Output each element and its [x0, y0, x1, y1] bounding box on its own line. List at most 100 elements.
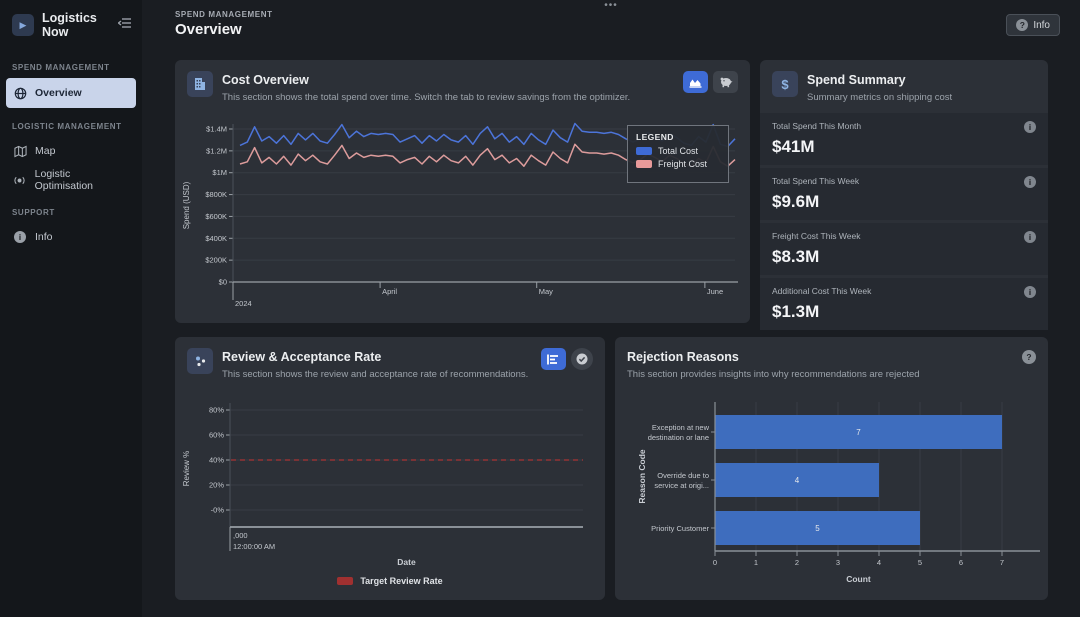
- svg-text:$200K: $200K: [205, 256, 227, 265]
- svg-text:5: 5: [815, 524, 820, 533]
- svg-text:Override due to: Override due to: [657, 471, 709, 480]
- total-cost-swatch: [636, 147, 652, 155]
- metric-label: Total Spend This Month: [772, 121, 1036, 131]
- svg-text:Spend (USD): Spend (USD): [182, 181, 191, 229]
- metric-additional-cost-week: Additional Cost This Week $1.3M i: [760, 278, 1048, 330]
- sidebar-item-label: Map: [35, 145, 55, 157]
- svg-text:60%: 60%: [209, 431, 224, 440]
- svg-text:April: April: [382, 287, 397, 296]
- metric-list: Total Spend This Month $41M i Total Spen…: [760, 110, 1048, 330]
- card-title: Review & Acceptance Rate: [222, 348, 528, 364]
- chart-legend: LEGEND Total Cost Freight Cost: [627, 125, 729, 183]
- metric-label: Total Spend This Week: [772, 176, 1036, 186]
- dollar-icon: $: [772, 71, 798, 97]
- svg-text:0: 0: [713, 558, 717, 567]
- sidebar-item-label: Logistic Optimisation: [35, 168, 129, 192]
- metric-total-spend-week: Total Spend This Week $9.6M i: [760, 168, 1048, 220]
- card-title: Cost Overview: [222, 71, 630, 87]
- sidebar-item-map[interactable]: Map: [6, 137, 136, 165]
- metric-value: $41M: [772, 137, 1036, 157]
- broadcast-icon: [13, 173, 27, 187]
- svg-text:1: 1: [754, 558, 758, 567]
- svg-text:20%: 20%: [209, 481, 224, 490]
- acceptance-tab-button[interactable]: [571, 348, 593, 370]
- piggy-bank-icon: [719, 76, 733, 88]
- svg-text:7: 7: [1000, 558, 1004, 567]
- metric-info-icon[interactable]: i: [1024, 286, 1036, 298]
- globe-icon: [13, 86, 27, 100]
- page-title: Overview: [175, 21, 242, 38]
- svg-text:2024: 2024: [235, 299, 252, 308]
- help-icon[interactable]: ?: [1022, 350, 1036, 364]
- svg-text:$0: $0: [219, 278, 227, 287]
- sidebar-item-label: Overview: [35, 87, 82, 99]
- target-review-legend: Target Review Rate: [175, 576, 605, 586]
- svg-text:$1M: $1M: [212, 168, 227, 177]
- review-rate-chart: 80%60%40%20%-0%,00012:00:00 AMDateReview…: [175, 395, 605, 580]
- app-logo-row: ▶ Logistics Now: [0, 0, 142, 49]
- metric-freight-cost-week: Freight Cost This Week $8.3M i: [760, 223, 1048, 275]
- area-chart-icon: [689, 77, 702, 88]
- map-icon: [13, 144, 27, 158]
- svg-text:service at origi...: service at origi...: [654, 481, 709, 490]
- drag-handle-dots[interactable]: •••: [604, 0, 618, 11]
- svg-text:6: 6: [959, 558, 963, 567]
- svg-text:$600K: $600K: [205, 212, 227, 221]
- metric-value: $9.6M: [772, 192, 1036, 212]
- building-icon: [187, 71, 213, 97]
- sidebar-item-logistic-optimisation[interactable]: Logistic Optimisation: [6, 166, 136, 194]
- metric-label: Freight Cost This Week: [772, 231, 1036, 241]
- card-subtitle: This section shows the total spend over …: [222, 92, 630, 103]
- metric-label: Additional Cost This Week: [772, 286, 1036, 296]
- svg-text:destination or lane: destination or lane: [648, 433, 709, 442]
- svg-text:$1.2M: $1.2M: [206, 146, 227, 155]
- card-title: Spend Summary: [807, 71, 952, 87]
- spend-chart-tab-button[interactable]: [683, 71, 708, 93]
- card-subtitle: This section shows the review and accept…: [222, 369, 528, 380]
- svg-text:7: 7: [856, 428, 861, 437]
- svg-text:$800K: $800K: [205, 190, 227, 199]
- main-area: ••• SPEND MANAGEMENT Overview ? Info Cos…: [142, 0, 1080, 617]
- legend-label: Total Cost: [658, 146, 698, 156]
- check-circle-icon: [576, 353, 588, 365]
- breadcrumb: SPEND MANAGEMENT: [175, 10, 273, 19]
- legend-label: Target Review Rate: [360, 576, 442, 586]
- metric-info-icon[interactable]: i: [1024, 121, 1036, 133]
- svg-text:,000: ,000: [233, 531, 248, 540]
- review-acceptance-card: Review & Acceptance Rate This section sh…: [175, 337, 605, 600]
- app-logo-icon: ▶: [12, 14, 34, 36]
- svg-text:Date: Date: [397, 557, 416, 567]
- svg-text:Exception at new: Exception at new: [652, 423, 710, 432]
- svg-text:$400K: $400K: [205, 234, 227, 243]
- rejection-reasons-card: Rejection Reasons This section provides …: [615, 337, 1048, 600]
- bar-list-icon: [547, 354, 560, 365]
- sidebar-collapse-icon[interactable]: [118, 16, 132, 34]
- legend-item-freight-cost: Freight Cost: [636, 159, 720, 169]
- svg-text:12:00:00 AM: 12:00:00 AM: [233, 542, 275, 551]
- card-title: Rejection Reasons: [627, 348, 920, 364]
- app-title: Logistics Now: [42, 11, 110, 39]
- sidebar-section-spend: SPEND MANAGEMENT: [12, 63, 130, 72]
- metric-value: $1.3M: [772, 302, 1036, 322]
- legend-title: LEGEND: [636, 132, 720, 142]
- card-subtitle: Summary metrics on shipping cost: [807, 92, 952, 103]
- header-info-label: Info: [1033, 20, 1050, 31]
- legend-label: Freight Cost: [658, 159, 707, 169]
- info-icon: i: [13, 230, 27, 244]
- svg-text:5: 5: [918, 558, 922, 567]
- sidebar-item-info[interactable]: i Info: [6, 223, 136, 251]
- svg-text:May: May: [539, 287, 553, 296]
- svg-text:2: 2: [795, 558, 799, 567]
- svg-text:3: 3: [836, 558, 840, 567]
- header-info-button[interactable]: ? Info: [1006, 14, 1060, 36]
- metric-info-icon[interactable]: i: [1024, 231, 1036, 243]
- svg-text:4: 4: [795, 476, 800, 485]
- sidebar-item-overview[interactable]: Overview: [6, 78, 136, 108]
- savings-tab-button[interactable]: [713, 71, 738, 93]
- svg-text:Review %: Review %: [182, 451, 191, 487]
- review-rate-tab-button[interactable]: [541, 348, 566, 370]
- metric-info-icon[interactable]: i: [1024, 176, 1036, 188]
- cost-overview-card: Cost Overview This section shows the tot…: [175, 60, 750, 323]
- svg-text:$1.4M: $1.4M: [206, 125, 227, 134]
- scatter-icon: [187, 348, 213, 374]
